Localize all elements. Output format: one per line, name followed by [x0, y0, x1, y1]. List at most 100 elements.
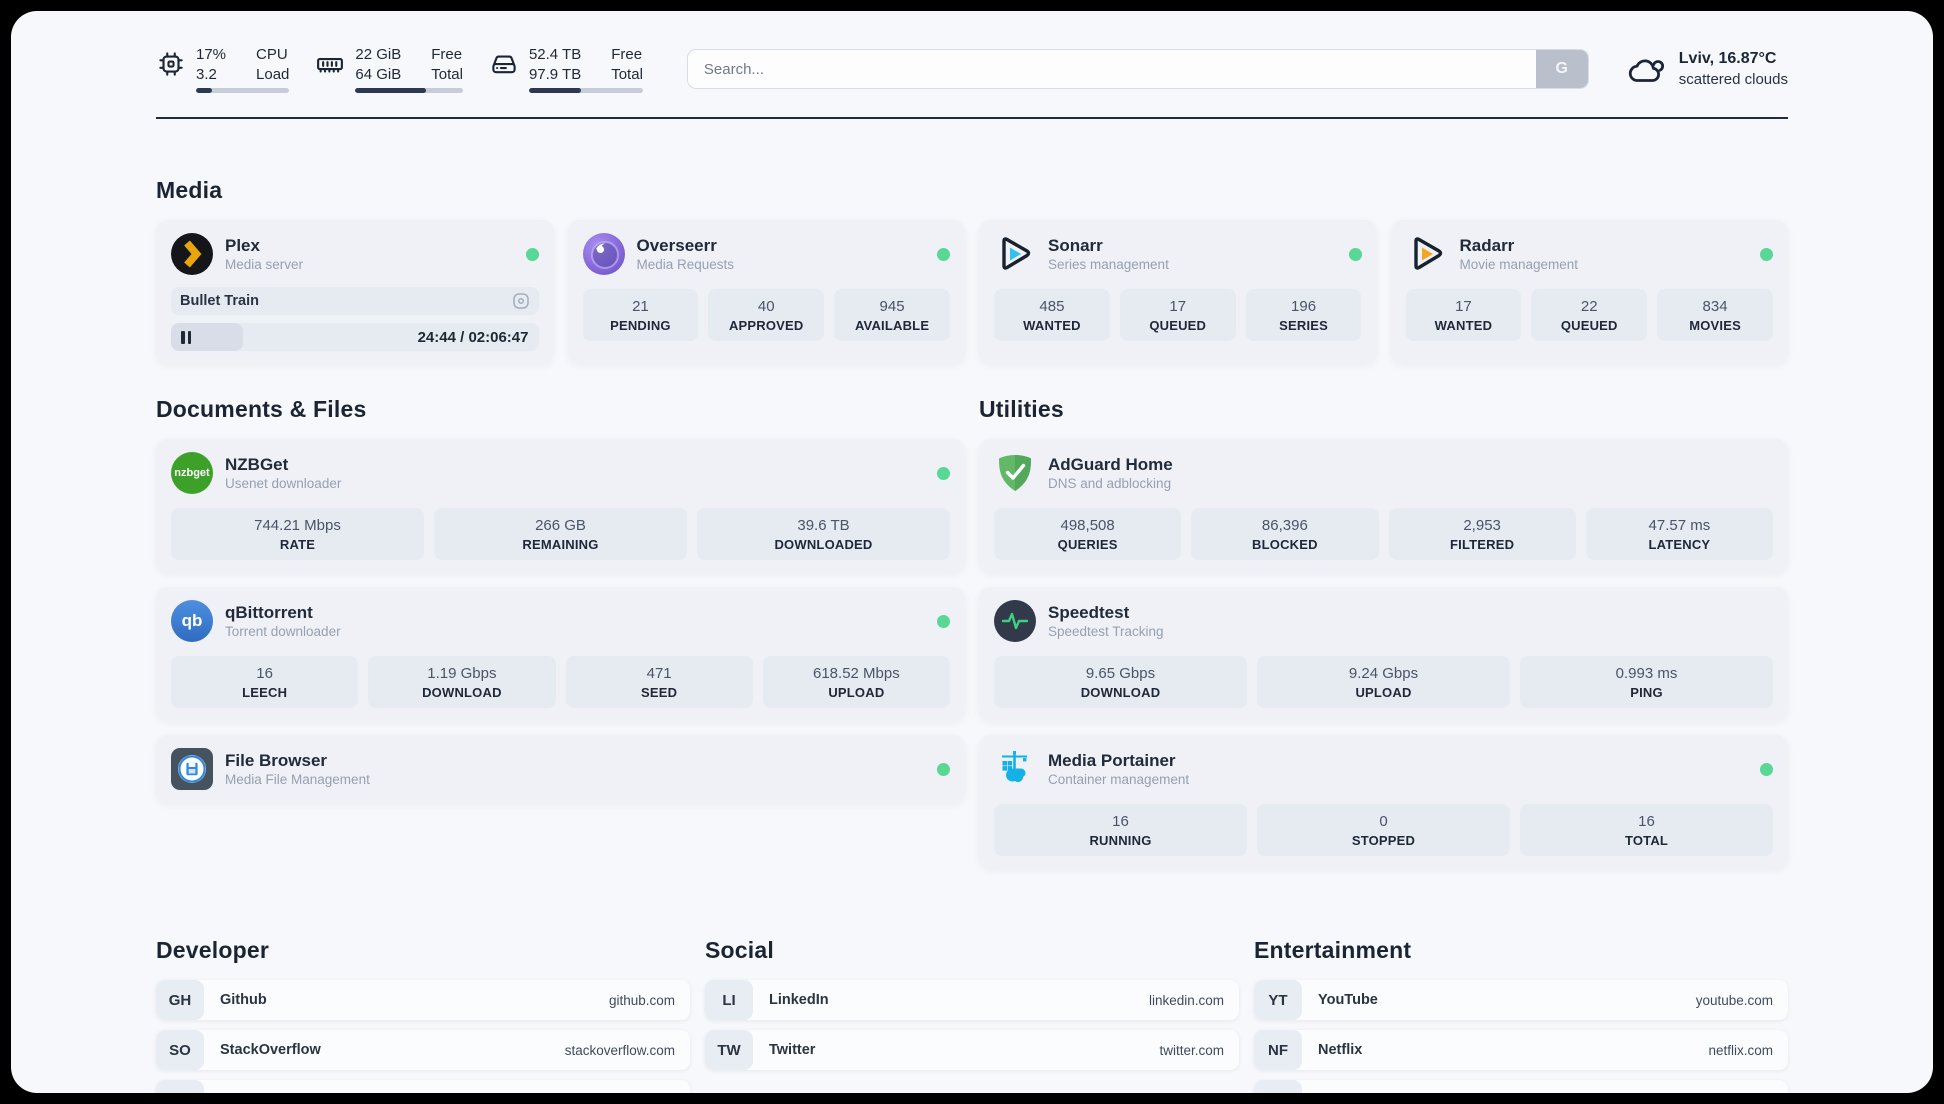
app-card-plex[interactable]: Plex Media server Bullet Train 24:44 / 0… [156, 220, 554, 364]
nzbget-icon: nzbget [171, 452, 213, 494]
link-label: YouTube [1318, 992, 1378, 1009]
stat-wanted: 485 WANTED [994, 289, 1110, 342]
link-url: twitter.com [1159, 1042, 1224, 1058]
link-netflix[interactable]: NF Netflix netflix.com [1254, 1030, 1788, 1071]
link-youtube[interactable]: YT YouTube youtube.com [1254, 980, 1788, 1021]
media-session-icon[interactable] [512, 292, 530, 310]
playback-progress-bar: 24:44 / 02:06:47 [171, 323, 539, 351]
app-card-qbittorrent[interactable]: qb qBittorrent Torrent downloader 16 LEE… [156, 587, 965, 722]
app-card-overseerr[interactable]: Overseerr Media Requests 21 PENDING 40 A… [567, 220, 965, 364]
sonarr-icon [994, 233, 1036, 275]
stat-series: 196 SERIES [1245, 289, 1362, 342]
weather-condition: scattered clouds [1678, 70, 1788, 88]
stat-wanted: 17 WANTED [1405, 289, 1522, 342]
cpu-stat: 17% 3.2 CPU Load [156, 45, 290, 93]
link-stackoverflow[interactable]: SO StackOverflow stackoverflow.com [156, 1030, 690, 1071]
app-card-speedtest[interactable]: Speedtest Speedtest Tracking 9.65 Gbps D… [979, 587, 1788, 722]
disk-total-label: Total [611, 65, 643, 83]
app-subtitle: Media Requests [636, 256, 735, 272]
section-title-media: Media [156, 177, 223, 203]
memory-icon [315, 49, 345, 79]
speedtest-icon [994, 600, 1036, 643]
status-online-dot [525, 247, 539, 261]
disk-total-value: 97.9 TB [528, 65, 582, 83]
stat-queued: 22 QUEUED [1531, 289, 1648, 342]
app-subtitle: Movie management [1459, 256, 1579, 272]
youtube-badge: YT [1254, 980, 1302, 1021]
playback-time: 24:44 / 02:06:47 [417, 328, 529, 346]
link-reddit[interactable]: RE Reddit reddit.com [1254, 1080, 1788, 1093]
app-name: qBittorrent [225, 602, 313, 622]
overseerr-icon [582, 233, 625, 275]
app-subtitle: Torrent downloader [225, 623, 341, 639]
app-card-filebrowser[interactable]: File Browser Media File Management [156, 735, 965, 804]
search-input[interactable] [686, 49, 1589, 89]
status-online-dot [937, 614, 950, 628]
header-divider [156, 117, 1788, 119]
link-url: youtube.com [1695, 992, 1773, 1008]
app-subtitle: Speedtest Tracking [1048, 623, 1164, 639]
media-grid: Plex Media server Bullet Train 24:44 / 0… [156, 220, 1788, 364]
disk-icon [489, 49, 519, 79]
app-name: Sonarr [1048, 235, 1103, 255]
memory-total-label: Total [431, 65, 463, 83]
link-label: Twitter [769, 1042, 816, 1059]
memory-free-label: Free [431, 46, 463, 63]
app-card-nzbget[interactable]: nzbget NZBGet Usenet downloader 744.21 M… [156, 439, 965, 574]
search-engine-button[interactable]: G [1535, 50, 1588, 88]
stat-filtered: 2,953 FILTERED [1388, 508, 1576, 561]
dashboard-page: 17% 3.2 CPU Load 22 GiB 64 GiB Free Tota… [11, 11, 1933, 1093]
cpu-load-value: 3.2 [196, 65, 217, 83]
app-name: File Browser [225, 750, 328, 770]
link-twitter[interactable]: TW Twitter twitter.com [705, 1030, 1239, 1071]
app-subtitle: Media server [225, 256, 304, 272]
section-title-documents: Documents & Files [156, 396, 367, 422]
link-url: stackoverflow.com [564, 1042, 675, 1058]
dev-badge: DT [156, 1080, 204, 1093]
netflix-badge: NF [1254, 1030, 1302, 1071]
plex-icon [171, 233, 213, 275]
app-card-adguard[interactable]: AdGuard Home DNS and adblocking 498,508 … [979, 439, 1788, 574]
link-label: StackOverflow [220, 1042, 321, 1059]
app-name: NZBGet [225, 454, 289, 474]
screen-frame: 17% 3.2 CPU Load 22 GiB 64 GiB Free Tota… [0, 0, 1944, 1104]
stat-remaining: 266 GB REMAINING [434, 508, 687, 561]
link-github[interactable]: GH Github github.com [156, 980, 690, 1021]
cpu-label: CPU [256, 46, 288, 63]
stat-rate: 744.21 Mbps RATE [171, 508, 424, 561]
link-url: github.com [608, 992, 675, 1008]
app-name: Speedtest [1048, 602, 1130, 622]
disk-free-value: 52.4 TB [528, 46, 582, 63]
portainer-icon [994, 748, 1036, 790]
app-name: Media Portainer [1048, 750, 1176, 770]
github-badge: GH [156, 980, 204, 1021]
cpu-usage-value: 17% [196, 46, 227, 63]
stat-ping: 0.993 ms PING [1520, 656, 1773, 709]
app-card-sonarr[interactable]: Sonarr Series management 485 WANTED 17 Q… [979, 220, 1377, 364]
link-dev[interactable]: DT DEV dev.to [156, 1080, 690, 1093]
app-card-radarr[interactable]: Radarr Movie management 17 WANTED 22 QUE… [1390, 220, 1788, 364]
app-name: Radarr [1459, 235, 1515, 255]
cpu-progress-bar [196, 88, 290, 93]
disk-free-label: Free [611, 46, 643, 63]
app-card-portainer[interactable]: Media Portainer Container management 16 … [979, 735, 1788, 870]
memory-total-value: 64 GiB [355, 65, 402, 83]
stat-running: 16 RUNNING [994, 804, 1247, 857]
stat-stopped: 0 STOPPED [1257, 804, 1510, 857]
disk-stat: 52.4 TB 97.9 TB Free Total [489, 45, 643, 93]
documents-column: Documents & Files nzbget NZBGet Usenet d… [156, 396, 965, 817]
stat-pending: 21 PENDING [582, 289, 699, 342]
link-url: netflix.com [1708, 1042, 1773, 1058]
app-name: Plex [225, 235, 260, 255]
stat-download: 9.65 Gbps DOWNLOAD [994, 656, 1247, 709]
stat-download: 1.19 Gbps DOWNLOAD [368, 656, 556, 709]
weather-widget[interactable]: Lviv, 16.87°C scattered clouds [1627, 49, 1788, 89]
app-name: Overseerr [636, 235, 717, 255]
now-playing-row: Bullet Train [171, 287, 539, 315]
link-linkedin[interactable]: LI LinkedIn linkedin.com [705, 980, 1239, 1021]
now-playing-title: Bullet Train [180, 293, 259, 309]
developer-section: Developer GH Github github.com SO StackO… [156, 937, 690, 1093]
stat-upload: 9.24 Gbps UPLOAD [1257, 656, 1510, 709]
disk-progress-bar [528, 88, 643, 93]
memory-free-value: 22 GiB [355, 46, 402, 63]
